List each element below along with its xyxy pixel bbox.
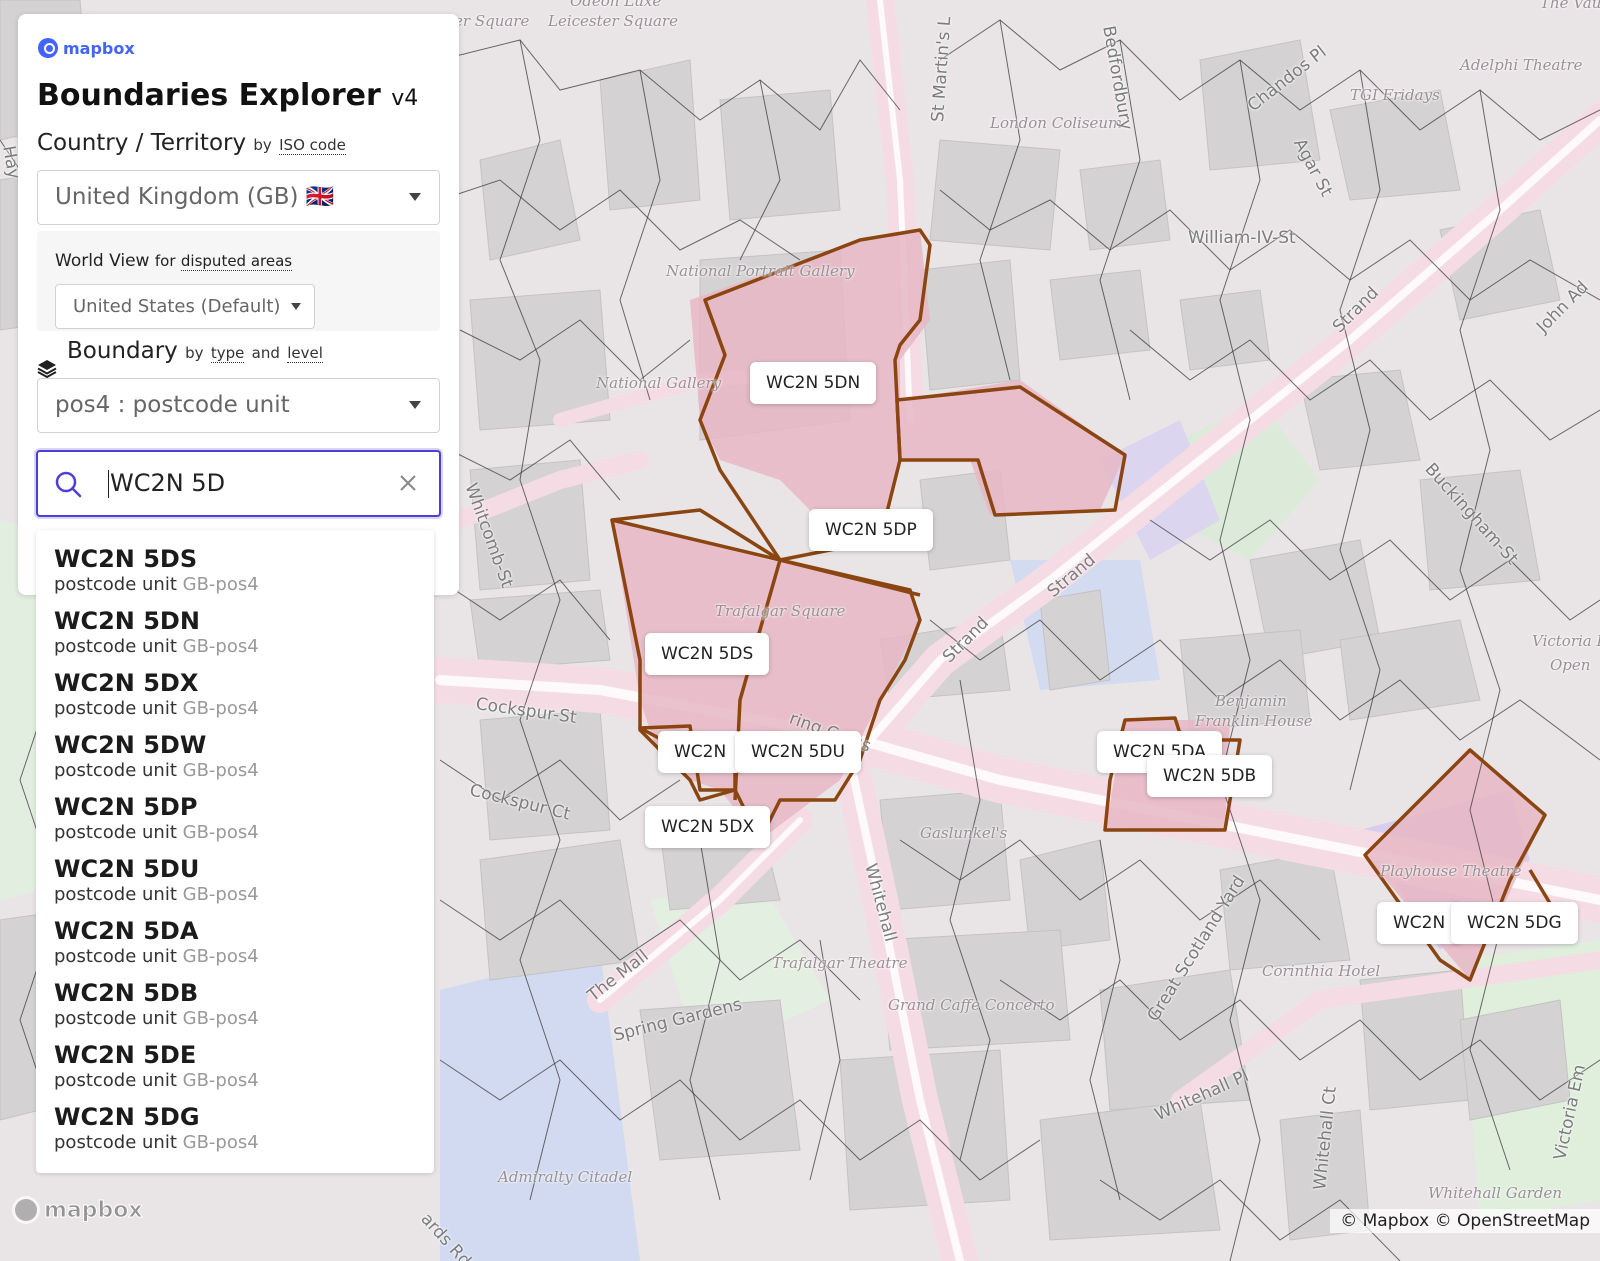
poi-label: Trafalgar Theatre (772, 954, 908, 972)
chevron-down-icon (409, 193, 421, 201)
title-text: Boundaries Explorer (37, 78, 381, 113)
mapbox-brand[interactable]: mapbox (38, 38, 135, 58)
map-attribution[interactable]: © Mapbox © OpenStreetMap (1330, 1209, 1600, 1233)
result-item[interactable]: WC2N 5DX postcode unit GB-pos4 (54, 654, 259, 719)
result-item[interactable]: WC2N 5DS postcode unit GB-pos4 (54, 530, 259, 595)
result-code: WC2N 5DA (54, 917, 199, 945)
search-results: WC2N 5DS postcode unit GB-pos4 WC2N 5DN … (36, 530, 434, 1173)
disputed-areas-link[interactable]: disputed areas (180, 252, 293, 271)
search-icon (55, 471, 82, 498)
side-panel: mapbox Boundaries Explorer v4 Country / … (18, 14, 459, 595)
worldview-label-text: World View (55, 251, 150, 271)
level-link[interactable]: level (287, 344, 323, 363)
search-input[interactable]: WC2N 5D (36, 450, 441, 517)
result-item[interactable]: WC2N 5DG postcode unit GB-pos4 (54, 1088, 259, 1153)
result-item[interactable]: WC2N 5DA postcode unit GB-pos4 (54, 902, 259, 967)
poi-label: TGI Fridays (1350, 86, 1440, 104)
result-code: WC2N 5DG (54, 1103, 200, 1131)
chevron-down-icon (291, 303, 301, 310)
country-heading-text: Country / Territory (37, 130, 247, 156)
result-item[interactable]: WC2N 5DB postcode unit GB-pos4 (54, 964, 259, 1029)
postcode-tag[interactable]: WC2N 5DG (1451, 902, 1578, 944)
result-code: WC2N 5DB (54, 979, 199, 1007)
poi-label: National Gallery (596, 374, 722, 392)
search-text: WC2N 5D (110, 469, 226, 497)
version-label: v4 (391, 86, 419, 111)
postcode-tag[interactable]: WC2N 5DP (809, 509, 933, 551)
poi-label: Leicester Square (548, 12, 678, 30)
mapbox-logo-icon (12, 1196, 40, 1224)
for-text: for (154, 252, 176, 270)
poi-label: Gaslunkel's (920, 824, 1008, 842)
close-icon[interactable] (397, 472, 419, 494)
poi-label: The Vaud (1540, 0, 1600, 12)
result-code: WC2N 5DW (54, 731, 207, 759)
poi-label: Open (1550, 656, 1591, 674)
postcode-tag[interactable]: WC2N 5DN (750, 362, 877, 404)
chevron-down-icon (409, 401, 421, 409)
country-select[interactable]: United Kingdom (GB) 🇬🇧 (37, 170, 440, 225)
worldview-label: World View for disputed areas (55, 251, 293, 271)
worldview-section: World View for disputed areas United Sta… (37, 231, 440, 331)
worldview-selected-value: United States (Default) (73, 296, 281, 317)
poi-label: Corinthia Hotel (1262, 962, 1381, 980)
boundary-heading-text: Boundary (67, 338, 178, 364)
poi-label: er Square (454, 12, 530, 30)
poi-label: Admiralty Citadel (498, 1168, 633, 1186)
by-text: by (185, 344, 204, 362)
country-heading: Country / Territory by ISO code (37, 130, 346, 156)
iso-code-link[interactable]: ISO code (279, 136, 346, 155)
mapbox-watermark[interactable]: mapbox (12, 1196, 143, 1224)
result-item[interactable]: WC2N 5DW postcode unit GB-pos4 (54, 716, 259, 781)
result-code: WC2N 5DN (54, 607, 200, 635)
result-item[interactable]: WC2N 5DU postcode unit GB-pos4 (54, 840, 259, 905)
result-code: WC2N 5DX (54, 669, 199, 697)
mapbox-watermark-text: mapbox (44, 1197, 144, 1223)
postcode-tag[interactable]: WC2N 5DX (645, 806, 771, 848)
postcode-tag[interactable]: WC2N 5DU (735, 731, 861, 773)
boundary-selected-value: pos4 : postcode unit (55, 392, 290, 418)
result-type: postcode unit (54, 1132, 177, 1153)
poi-label: Victoria E (1532, 632, 1600, 650)
postcode-tag[interactable]: WC2N 5DS (645, 633, 770, 675)
postcode-tag[interactable]: WC2N (658, 731, 743, 773)
result-code: WC2N 5DE (54, 1041, 197, 1069)
poi-label: Whitehall Garden (1428, 1184, 1562, 1202)
type-link[interactable]: type (210, 344, 245, 363)
result-code: WC2N 5DP (54, 793, 198, 821)
result-code: WC2N 5DS (54, 545, 198, 573)
road-label: William-IV-St (1188, 228, 1296, 248)
result-item[interactable]: WC2N 5DP postcode unit GB-pos4 (54, 778, 259, 843)
country-selected-value: United Kingdom (GB) 🇬🇧 (55, 184, 335, 210)
poi-label: Trafalgar Square (715, 602, 846, 620)
worldview-select[interactable]: United States (Default) (55, 284, 315, 329)
poi-label: Playhouse Theatre (1380, 862, 1522, 880)
poi-label: Grand Caffe Concerto (888, 996, 1055, 1014)
brand-name: mapbox (63, 38, 135, 58)
result-item[interactable]: WC2N 5DE postcode unit GB-pos4 (54, 1026, 259, 1091)
result-item[interactable]: WC2N 5DN postcode unit GB-pos4 (54, 592, 259, 657)
mapbox-logo-icon (38, 38, 58, 58)
poi-label: Adelphi Theatre (1460, 56, 1583, 74)
result-code: WC2N 5DU (54, 855, 200, 883)
postcode-tag[interactable]: WC2N (1377, 902, 1462, 944)
boundary-select[interactable]: pos4 : postcode unit (37, 378, 440, 433)
poi-label: Odeon Luxe (570, 0, 662, 10)
poi-label: Benjamin (1215, 692, 1287, 710)
by-text: by (253, 136, 272, 154)
poi-label: London Coliseum (990, 114, 1123, 132)
poi-label: Franklin House (1195, 712, 1313, 730)
postcode-tag[interactable]: WC2N 5DB (1147, 755, 1273, 797)
boundary-heading: Boundary by type and level (67, 338, 323, 364)
result-subtitle: postcode unit GB-pos4 (54, 1132, 259, 1154)
page-title: Boundaries Explorer v4 (37, 78, 418, 113)
poi-label: National Portrait Gallery (666, 262, 855, 280)
layers-icon (37, 360, 57, 378)
result-id: GB-pos4 (182, 1132, 259, 1153)
and-text: and (251, 344, 280, 362)
search-value: WC2N 5D (108, 452, 225, 515)
